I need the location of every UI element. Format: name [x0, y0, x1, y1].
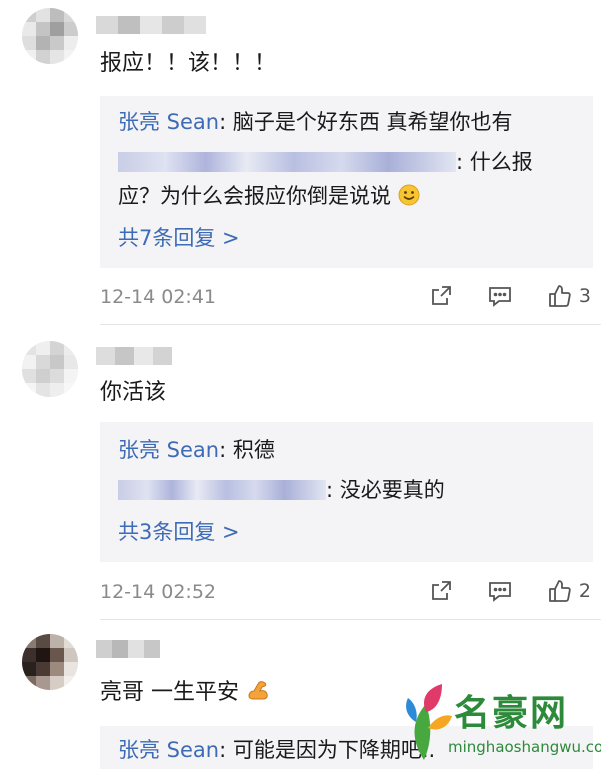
reply-button[interactable]: [487, 579, 513, 603]
comment-actions: 2: [395, 578, 591, 604]
watermark-title: 名豪网: [454, 693, 569, 734]
reply-text: : 脑子是个好东西 真希望你也有: [219, 110, 513, 134]
reply-preview-box[interactable]: 张亮 Sean: 脑子是个好东西 真希望你也有 : 什么报 应？为什么会报应你倒…: [100, 96, 593, 268]
share-button[interactable]: [429, 284, 453, 308]
view-replies-link[interactable]: 共3条回复 >: [118, 518, 240, 546]
reply-text: : 积德: [219, 438, 275, 462]
flexed-biceps-emoji-icon: [248, 681, 268, 700]
avatar[interactable]: [22, 634, 78, 690]
comment-text: 你活该: [100, 380, 167, 405]
reply-author[interactable]: 张亮 Sean: [118, 110, 219, 134]
share-icon: [432, 581, 451, 600]
watermark-logo: 名豪网 minghaoshangwu.com: [402, 680, 601, 766]
leaf-logo-icon: [406, 684, 452, 760]
thumbs-up-icon: [549, 580, 571, 602]
comment-timestamp: 12-14 02:52: [100, 581, 217, 603]
comment-icon: [489, 582, 511, 602]
share-button[interactable]: [429, 579, 453, 603]
like-button[interactable]: 3: [547, 283, 591, 309]
view-replies-link[interactable]: 共7条回复 >: [118, 224, 240, 252]
comment-text-content: 亮哥 一生平安: [100, 680, 239, 705]
reply-text: : 什么报: [456, 150, 533, 174]
reply-line: : 没必要真的: [118, 476, 445, 504]
username-blurred[interactable]: [96, 347, 172, 365]
watermark-url: minghaoshangwu.com: [448, 738, 601, 756]
reply-line: 张亮 Sean: 脑子是个好东西 真希望你也有: [118, 108, 513, 136]
share-icon: [432, 286, 451, 305]
reply-button[interactable]: [487, 284, 513, 308]
like-count: 3: [578, 285, 591, 307]
smile-emoji-icon: [398, 184, 420, 206]
thumbs-up-icon: [549, 285, 571, 307]
comment-text: 亮哥 一生平安: [100, 676, 272, 707]
comment-icon: [489, 287, 511, 307]
reply-line: 张亮 Sean: 可能是因为下降期吧..: [118, 736, 435, 764]
reply-text: 应？为什么会报应你倒是说说: [118, 184, 391, 208]
like-button[interactable]: 2: [547, 578, 591, 604]
reply-line: : 什么报: [118, 148, 533, 176]
comment-item: 报应！！该！！！ 张亮 Sean: 脑子是个好东西 真希望你也有 : 什么报 应…: [0, 0, 601, 325]
avatar[interactable]: [22, 8, 78, 64]
reply-preview-box[interactable]: 张亮 Sean: 积德 : 没必要真的 共3条回复 >: [100, 422, 593, 562]
reply-line: 应？为什么会报应你倒是说说: [118, 182, 420, 210]
reply-text: : 没必要真的: [326, 478, 445, 502]
reply-line: 张亮 Sean: 积德: [118, 436, 275, 464]
reply-author-blurred[interactable]: [118, 152, 456, 172]
username-blurred[interactable]: [96, 16, 206, 34]
avatar[interactable]: [22, 341, 78, 397]
comment-text: 报应！！该！！！: [100, 51, 277, 76]
reply-author[interactable]: 张亮 Sean: [118, 438, 219, 462]
reply-author[interactable]: 张亮 Sean: [118, 738, 219, 762]
comment-actions: 3: [395, 283, 591, 309]
reply-author-blurred[interactable]: [118, 480, 326, 500]
comment-timestamp: 12-14 02:41: [100, 286, 217, 308]
username-blurred[interactable]: [96, 640, 160, 658]
like-count: 2: [578, 580, 591, 602]
comment-item: 你活该 张亮 Sean: 积德 : 没必要真的 共3条回复 > 12-14 02…: [0, 325, 601, 620]
